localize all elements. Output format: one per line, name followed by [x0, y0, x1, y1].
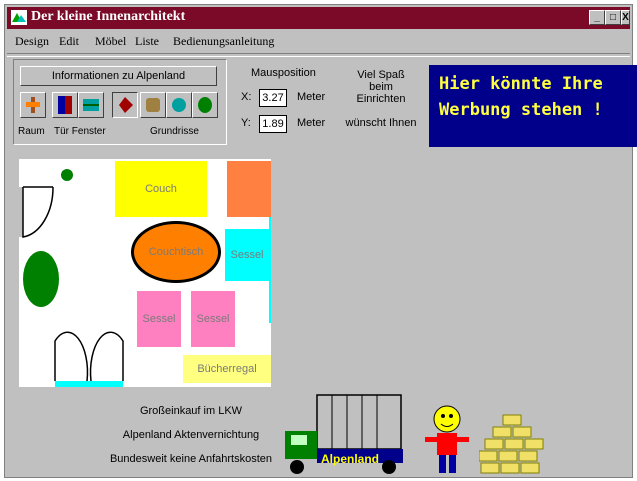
- ad-line2: Werbung stehen !: [439, 100, 603, 120]
- shape-rect-button[interactable]: [112, 92, 138, 118]
- x-label: X:: [241, 91, 252, 103]
- ad-banner[interactable]: Hier könnte Ihre Werbung stehen !: [429, 65, 637, 147]
- ellipse-shape-icon: [198, 97, 212, 113]
- door-swing-left: [22, 186, 54, 238]
- armchair-right[interactable]: Sessel: [225, 229, 269, 281]
- promo-line2: Alpenland Aktenvernichtung: [122, 429, 260, 441]
- gold-bars-icon: [479, 414, 544, 474]
- y-unit-label: Meter: [297, 117, 326, 129]
- truck-label: Alpenland: [321, 452, 380, 466]
- double-door: [54, 331, 124, 382]
- window-tool-button[interactable]: [78, 92, 104, 118]
- door-opening-bottom: [55, 381, 123, 387]
- circle-shape-icon: [172, 98, 186, 112]
- maximize-button[interactable]: □: [605, 10, 621, 25]
- corner-cabinet[interactable]: [227, 161, 271, 217]
- menu-separator: [7, 53, 630, 57]
- menu-bedienungsanleitung[interactable]: Bedienungsanleitung: [173, 34, 274, 49]
- rectangle-shape-icon: [119, 97, 133, 113]
- door-icon: [58, 96, 72, 114]
- room-canvas[interactable]: Couch Couchtisch Sessel Sessel Sessel Bü…: [19, 159, 271, 387]
- y-coordinate-field: 1.89: [259, 115, 287, 133]
- room-icon: [26, 97, 40, 113]
- tool-panel: Informationen zu Alpenland Raum Tür Fens…: [13, 59, 227, 145]
- fun-text-line3: wünscht Ihnen: [345, 117, 417, 129]
- small-plant: [61, 169, 73, 181]
- square-shape-icon: [146, 98, 160, 112]
- coffee-table[interactable]: Couchtisch: [131, 221, 221, 283]
- shape-circle-button[interactable]: [166, 92, 192, 118]
- large-plant: [23, 251, 59, 307]
- title-bar: Der kleine Innenarchitekt _ □ X: [7, 7, 630, 29]
- floorplan-group-label: Grundrisse: [150, 126, 199, 137]
- window-icon: [83, 99, 99, 111]
- mascot-icon: [425, 405, 469, 473]
- menu-design[interactable]: Design: [15, 34, 49, 49]
- shape-ellipse-button[interactable]: [192, 92, 218, 118]
- couch[interactable]: Couch: [115, 161, 207, 217]
- x-coordinate-field: 3.27: [259, 89, 287, 107]
- door-window-group-label: Tür Fenster: [54, 126, 106, 137]
- menu-bar: Design Edit Möbel Liste Bedienungsanleit…: [7, 31, 630, 51]
- armchair-bottom-right[interactable]: Sessel: [191, 291, 235, 347]
- room-group-label: Raum: [18, 126, 45, 137]
- window-title: Der kleine Innenarchitekt: [31, 9, 186, 24]
- menu-edit[interactable]: Edit: [59, 34, 79, 49]
- alpenland-info-button[interactable]: Informationen zu Alpenland: [20, 66, 217, 86]
- promo-line3: Bundesweit keine Anfahrtskosten: [109, 453, 273, 465]
- minimize-button[interactable]: _: [589, 10, 605, 25]
- menu-moebel[interactable]: Möbel: [95, 34, 126, 49]
- door-tool-button[interactable]: [52, 92, 78, 118]
- menu-liste[interactable]: Liste: [135, 34, 159, 49]
- mouse-position-title: Mausposition: [251, 67, 316, 79]
- close-button[interactable]: X: [621, 10, 630, 25]
- bookshelf[interactable]: Bücherregal: [183, 355, 271, 383]
- fun-text-line2: Einrichten: [356, 93, 406, 105]
- x-unit-label: Meter: [297, 91, 326, 103]
- room-tool-button[interactable]: [20, 92, 46, 118]
- close-icon: X: [622, 12, 629, 23]
- app-icon: [11, 10, 27, 25]
- fun-text-line1: Viel Spaß beim: [357, 69, 405, 93]
- window-right: [269, 215, 271, 323]
- ad-line1: Hier könnte Ihre: [439, 74, 603, 94]
- app-window: Der kleine Innenarchitekt _ □ X Design E…: [4, 4, 637, 478]
- shape-square-button[interactable]: [140, 92, 166, 118]
- armchair-bottom-left[interactable]: Sessel: [137, 291, 181, 347]
- promo-line1: Großeinkauf im LKW: [139, 405, 243, 417]
- y-label: Y:: [241, 117, 251, 129]
